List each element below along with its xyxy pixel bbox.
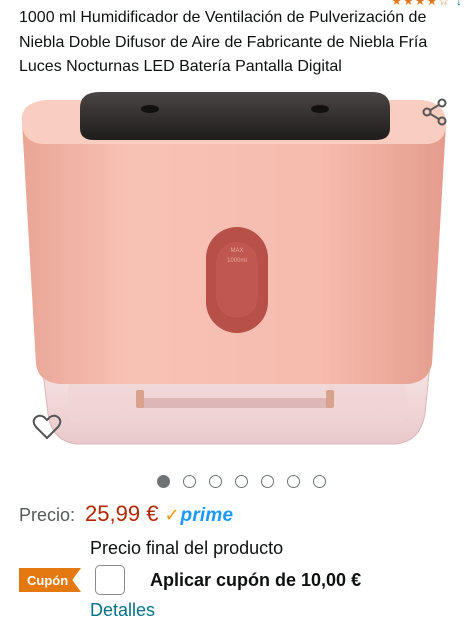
prime-check-icon: ✓: [164, 505, 180, 525]
details-link[interactable]: Detalles: [90, 600, 155, 621]
share-button[interactable]: [418, 95, 452, 129]
carousel-dot[interactable]: [287, 475, 300, 488]
price-value: 25,99 €: [85, 501, 159, 526]
carousel-dot[interactable]: [209, 475, 222, 488]
product-title: 1000 ml Humidificador de Ventilación de …: [19, 9, 428, 75]
final-price-note: Precio final del producto: [90, 538, 284, 558]
carousel-dot[interactable]: [313, 475, 326, 488]
wishlist-button[interactable]: [30, 410, 64, 444]
window-max-label: MAX: [230, 248, 243, 254]
product-image[interactable]: MAX 1000ml: [0, 82, 475, 467]
heart-outline-icon: [32, 414, 62, 439]
coupon-checkbox[interactable]: [95, 565, 125, 595]
image-carousel-dots[interactable]: [157, 475, 326, 488]
window-capacity-label: 1000ml: [227, 258, 247, 264]
carousel-dot[interactable]: [235, 475, 248, 488]
coupon-label[interactable]: Aplicar cupón de 10,00 €: [150, 570, 361, 591]
prime-badge: ✓ prime: [164, 505, 233, 527]
price-label: Precio:: [19, 505, 76, 525]
coupon-row[interactable]: Cupón Aplicar cupón de 10,00 €: [19, 565, 361, 595]
carousel-dot[interactable]: [261, 475, 274, 488]
prime-logo: prime: [180, 505, 234, 526]
humidifier-image: MAX 1000ml: [21, 92, 446, 445]
carousel-dot[interactable]: [183, 475, 196, 488]
coupon-badge: Cupón: [19, 568, 81, 592]
share-icon: [422, 98, 447, 126]
carousel-dot[interactable]: [157, 475, 170, 488]
price-row: Precio: 25,99 € ✓ prime: [19, 501, 233, 527]
